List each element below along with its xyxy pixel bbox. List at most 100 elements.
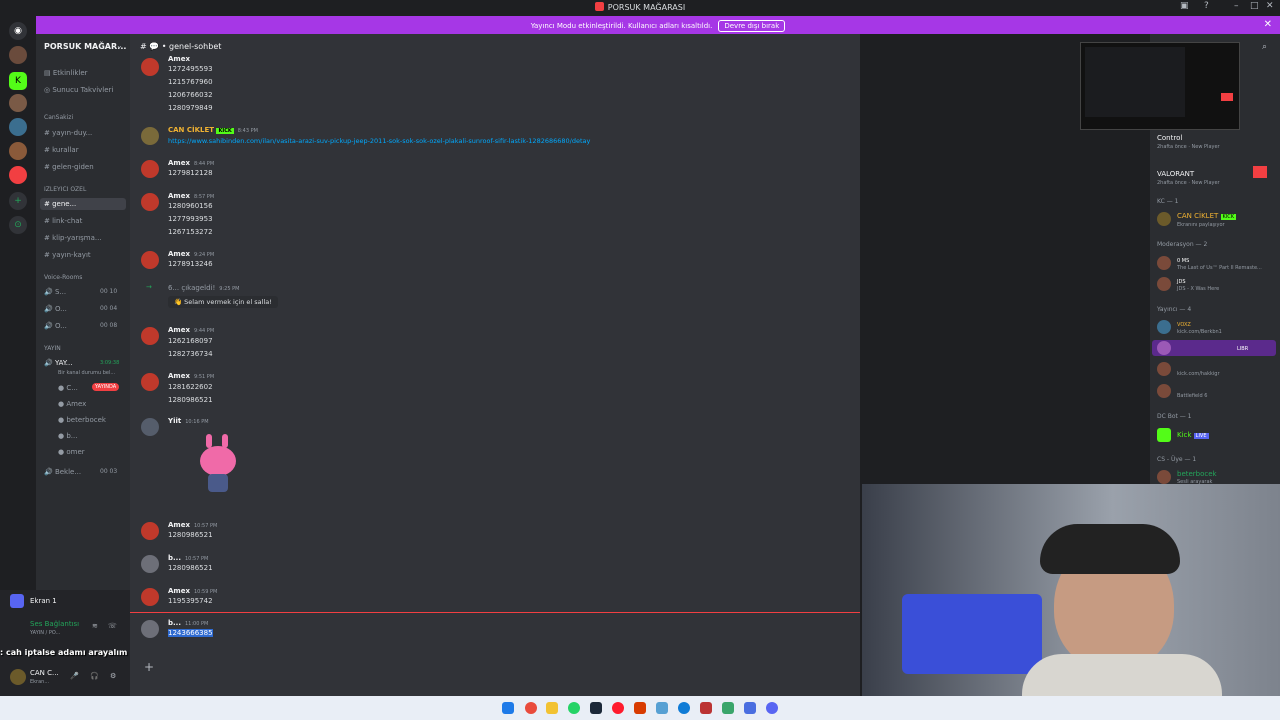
discord-home-icon[interactable]: ◉ <box>9 22 27 40</box>
avatar[interactable] <box>1157 362 1171 376</box>
user-name[interactable]: CAN C... <box>30 669 59 677</box>
avatar[interactable] <box>141 555 159 573</box>
message-line-selected[interactable]: 1243666385 <box>168 629 213 637</box>
avatar[interactable] <box>141 160 159 178</box>
channel-item[interactable]: # gelen-giden <box>44 163 94 171</box>
close-window-icon[interactable]: ✕ <box>1266 1 1274 11</box>
inbox-icon[interactable]: ▣ <box>1180 1 1189 11</box>
voice-user[interactable]: ● omer <box>58 448 85 456</box>
chevron-down-icon[interactable]: ⌄ <box>116 41 123 50</box>
member-name[interactable]: Kick LIVE <box>1177 431 1209 439</box>
server-name[interactable]: PORSUK MAĞAR... <box>44 42 126 51</box>
member-name[interactable]: 0 MS <box>1177 256 1189 264</box>
app-icon[interactable] <box>744 702 756 714</box>
message-author[interactable]: Amex 10:59 PM <box>168 587 217 595</box>
channel-item[interactable]: # yayın-kayıt <box>44 251 91 259</box>
headphones-icon[interactable]: 🎧 <box>90 672 99 680</box>
category-cansakizi[interactable]: CanSakizi <box>44 114 73 121</box>
avatar[interactable] <box>1157 341 1171 355</box>
message-author[interactable]: Yiit 10:16 PM <box>168 417 209 425</box>
server-icon[interactable] <box>9 166 27 184</box>
server-icon[interactable] <box>9 142 27 160</box>
voice-user[interactable]: ● b... <box>58 432 77 440</box>
avatar[interactable] <box>141 58 159 76</box>
category-yayin[interactable]: YAYIN <box>44 345 61 352</box>
channel-item-active[interactable]: # gene... <box>40 198 126 210</box>
voice-connected-label[interactable]: Ses Bağlantısı <box>30 620 79 628</box>
folder-icon[interactable] <box>546 702 558 714</box>
member-name[interactable]: VOXZ <box>1177 320 1191 328</box>
channel-item[interactable]: # yayın-duy... <box>44 129 92 137</box>
message-author[interactable]: b... 11:00 PM <box>168 619 208 627</box>
gear-icon[interactable]: ⚙ <box>110 672 116 680</box>
avatar[interactable] <box>141 522 159 540</box>
app-icon[interactable] <box>656 702 668 714</box>
avatar[interactable] <box>1157 256 1171 270</box>
avatar[interactable] <box>141 193 159 211</box>
voice-user[interactable]: ● beterbocek <box>58 416 106 424</box>
minimize-icon[interactable]: – <box>1234 1 1239 11</box>
avatar[interactable] <box>1157 277 1171 291</box>
search-icon[interactable]: ⌕ <box>1262 42 1267 52</box>
member-name[interactable]: beterbocek <box>1177 470 1217 478</box>
chrome-icon[interactable] <box>525 702 537 714</box>
channel-item[interactable]: # klip-yarışma... <box>44 234 102 242</box>
avatar[interactable] <box>141 327 159 345</box>
message-author[interactable]: b... 10:57 PM <box>168 554 208 562</box>
category-izleyici-ozel[interactable]: IZLEYICI OZEL <box>44 186 86 193</box>
mic-icon[interactable]: 🎤 <box>70 672 79 680</box>
channel-item[interactable]: # link-chat <box>44 217 82 225</box>
app-icon[interactable] <box>722 702 734 714</box>
activity-name[interactable]: VALORANT <box>1157 170 1194 178</box>
message-author[interactable]: Amex 9:24 PM <box>168 250 214 258</box>
server-icon[interactable] <box>9 46 27 64</box>
discord-taskbar-icon[interactable] <box>766 702 778 714</box>
avatar[interactable] <box>1157 320 1171 334</box>
avatar[interactable] <box>141 373 159 391</box>
kick-bot-icon[interactable] <box>1157 428 1171 442</box>
activity-name[interactable]: Control <box>1157 134 1182 142</box>
start-icon[interactable] <box>502 702 514 714</box>
maximize-icon[interactable]: □ <box>1250 1 1259 11</box>
add-attachment-icon[interactable]: + <box>144 660 154 674</box>
server-icon[interactable] <box>9 118 27 136</box>
avatar[interactable] <box>141 588 159 606</box>
avatar[interactable] <box>10 669 26 685</box>
whatsapp-icon[interactable] <box>568 702 580 714</box>
voice-channel-item[interactable]: 🔊 O... <box>44 305 67 313</box>
avatar[interactable] <box>141 127 159 145</box>
voice-channel-item[interactable]: 🔊 S... <box>44 288 66 296</box>
avatar[interactable] <box>1157 470 1171 484</box>
help-icon[interactable]: ? <box>1204 1 1209 11</box>
category-voice-rooms[interactable]: Voice-Rooms <box>44 274 82 281</box>
message-link[interactable]: https://www.sahibinden.com/ilan/vasita-a… <box>168 137 590 145</box>
voice-channel-yayin[interactable]: 🔊 YAY... <box>44 359 72 367</box>
disable-streamer-mode-button[interactable]: Devre dışı bırak <box>718 20 786 32</box>
channel-item[interactable]: # kurallar <box>44 146 79 154</box>
message-author[interactable]: Amex 8:57 PM <box>168 192 214 200</box>
avatar[interactable] <box>1157 212 1171 226</box>
wave-button[interactable]: 👋 Selam vermek için el salla! <box>168 296 278 308</box>
app-icon[interactable] <box>634 702 646 714</box>
member-name[interactable]: LIBR <box>1177 344 1248 352</box>
message-author[interactable]: Amex 9:44 PM <box>168 326 214 334</box>
stream-preview[interactable] <box>1080 42 1240 130</box>
app-icon[interactable] <box>700 702 712 714</box>
edge-icon[interactable] <box>678 702 690 714</box>
add-server-icon[interactable]: + <box>9 192 27 210</box>
message-author[interactable]: Amex 9:51 PM <box>168 372 214 380</box>
message-author[interactable]: Amex <box>168 55 190 63</box>
message-author[interactable]: Amex 8:44 PM <box>168 159 214 167</box>
disconnect-icon[interactable]: ☏ <box>108 622 117 630</box>
noise-suppression-icon[interactable]: ≋ <box>92 622 98 630</box>
explore-icon[interactable]: ⊙ <box>9 216 27 234</box>
avatar[interactable] <box>141 418 159 436</box>
steam-icon[interactable] <box>590 702 602 714</box>
events-item[interactable]: ▤ Etkinlikler <box>44 69 88 77</box>
kick-server-icon[interactable]: K <box>9 72 27 90</box>
member-name[interactable]: JDS <box>1177 277 1186 285</box>
message-author[interactable]: Amex 10:57 PM <box>168 521 217 529</box>
close-banner-icon[interactable]: ✕ <box>1264 19 1272 30</box>
opera-icon[interactable] <box>612 702 624 714</box>
avatar[interactable] <box>1157 384 1171 398</box>
